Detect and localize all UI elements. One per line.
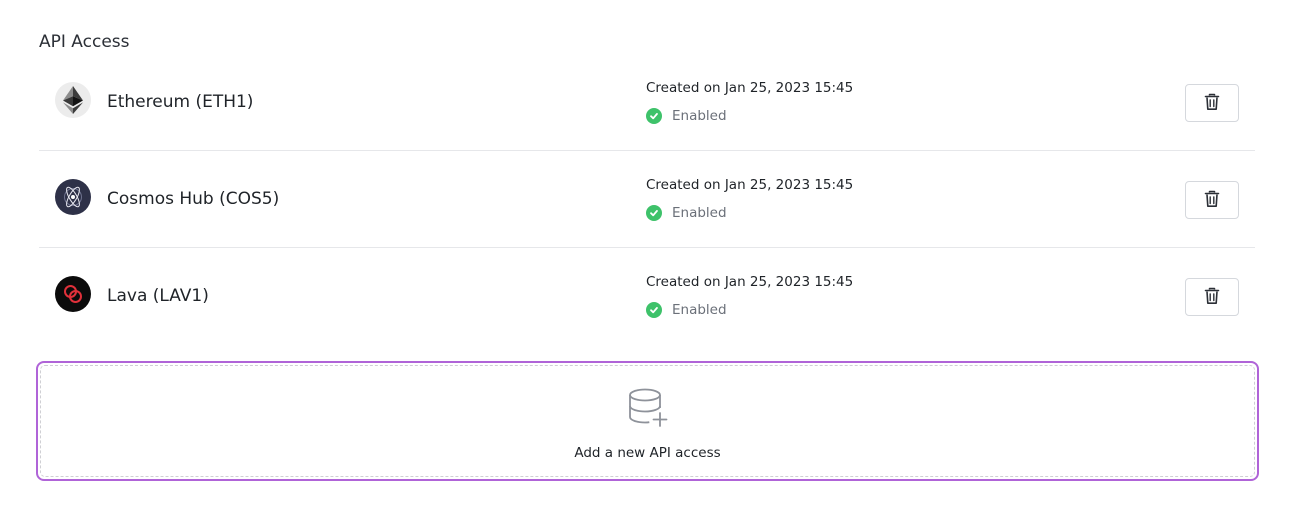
trash-icon xyxy=(1204,93,1220,114)
api-meta: Created on Jan 25, 2023 15:45 Enabled xyxy=(646,78,853,126)
api-meta: Created on Jan 25, 2023 15:45 Enabled xyxy=(646,175,853,223)
trash-icon xyxy=(1204,190,1220,211)
status-indicator: Enabled xyxy=(646,300,853,320)
api-access-page: API Access Ethereum (ETH1) Created on Ja… xyxy=(0,0,1294,524)
created-date: Created on Jan 25, 2023 15:45 xyxy=(646,274,854,290)
created-date: Created on Jan 25, 2023 15:45 xyxy=(646,177,854,193)
api-access-row-lava: Lava (LAV1) Created on Jan 25, 2023 15:4… xyxy=(39,248,1255,345)
database-plus-icon xyxy=(627,388,669,432)
check-circle-icon xyxy=(646,108,662,124)
api-access-row-ethereum: Ethereum (ETH1) Created on Jan 25, 2023 … xyxy=(39,54,1255,151)
add-api-access-label: Add a new API access xyxy=(574,445,721,461)
add-api-access-dropzone: Add a new API access xyxy=(40,365,1255,477)
status-label: Enabled xyxy=(672,302,727,318)
network-name: Lava (LAV1) xyxy=(107,286,209,306)
created-date: Created on Jan 25, 2023 15:45 xyxy=(646,80,854,96)
api-access-list: Ethereum (ETH1) Created on Jan 25, 2023 … xyxy=(39,54,1255,345)
network-name: Cosmos Hub (COS5) xyxy=(107,189,280,209)
api-meta: Created on Jan 25, 2023 15:45 Enabled xyxy=(646,272,853,320)
api-access-row-cosmos: Cosmos Hub (COS5) Created on Jan 25, 202… xyxy=(39,151,1255,248)
add-api-access-button[interactable]: Add a new API access xyxy=(36,361,1259,481)
status-indicator: Enabled xyxy=(646,203,853,223)
delete-button[interactable] xyxy=(1185,278,1239,316)
status-label: Enabled xyxy=(672,205,727,221)
delete-button[interactable] xyxy=(1185,181,1239,219)
network-name: Ethereum (ETH1) xyxy=(107,92,254,112)
lava-logo-icon xyxy=(55,276,91,312)
delete-button[interactable] xyxy=(1185,84,1239,122)
status-indicator: Enabled xyxy=(646,106,853,126)
check-circle-icon xyxy=(646,302,662,318)
check-circle-icon xyxy=(646,205,662,221)
section-title: API Access xyxy=(39,32,130,52)
status-label: Enabled xyxy=(672,108,727,124)
trash-icon xyxy=(1204,287,1220,308)
ethereum-logo-icon xyxy=(55,82,91,118)
cosmos-logo-icon xyxy=(55,179,91,215)
